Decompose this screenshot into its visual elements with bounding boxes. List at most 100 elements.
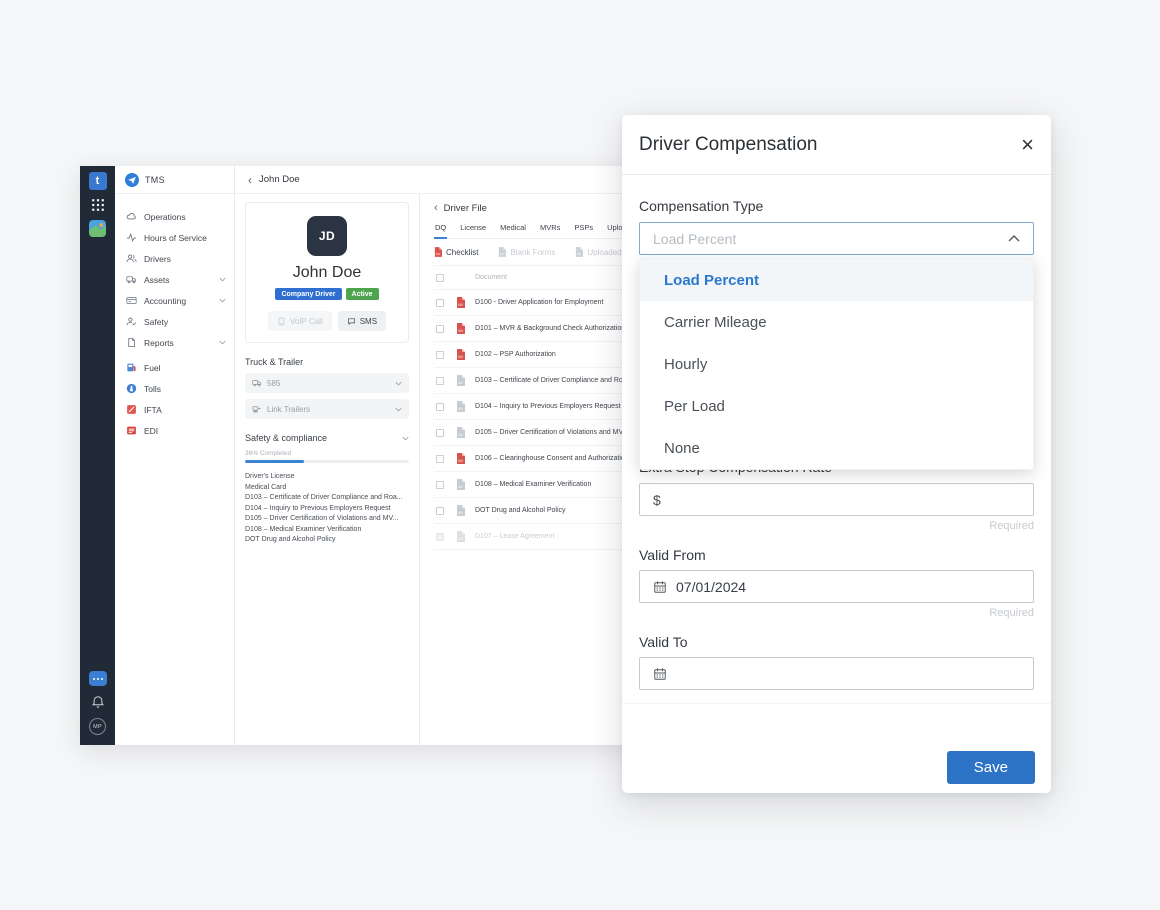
dropdown-option[interactable]: Hourly <box>640 343 1033 385</box>
sidebar-item-icon <box>126 295 137 306</box>
row-checkbox[interactable] <box>436 481 444 489</box>
sidebar-item[interactable]: Safety <box>115 311 234 332</box>
compliance-item: D108 – Medical Examiner Verification <box>245 525 409 536</box>
currency-prefix: $ <box>653 492 661 508</box>
sidebar-item-label: Tolls <box>144 384 212 394</box>
button-icon <box>347 317 356 326</box>
pdf-file-icon <box>456 323 465 334</box>
sidebar-item-label: Drivers <box>144 254 212 264</box>
sidebar-item[interactable]: Hours of Service <box>115 227 234 248</box>
sidebar-item-icon <box>126 316 137 327</box>
chat-icon[interactable] <box>89 671 107 686</box>
row-checkbox[interactable] <box>436 455 444 463</box>
document-name: DOT Drug and Alcohol Policy <box>475 507 566 514</box>
user-avatar[interactable]: MP <box>89 718 106 735</box>
sidebar-brand: TMS <box>115 166 234 194</box>
maps-app-icon[interactable] <box>89 220 106 237</box>
sidebar-item[interactable]: Reports <box>115 332 234 353</box>
tab[interactable]: MVRs <box>539 223 561 239</box>
sidebar-item[interactable]: Drivers <box>115 248 234 269</box>
compensation-type-select[interactable]: Load Percent <box>639 222 1034 255</box>
valid-from-value: 07/01/2024 <box>676 579 746 595</box>
sidebar-item[interactable]: EDI <box>115 420 234 441</box>
link-trailers-select[interactable]: Link Trailers <box>245 399 409 419</box>
row-checkbox[interactable] <box>436 299 444 307</box>
document-name: D106 – Clearinghouse Consent and Authori… <box>475 455 629 462</box>
row-checkbox[interactable] <box>436 403 444 411</box>
pdf-file-icon <box>456 349 465 360</box>
rail-bottom: MP <box>89 671 107 735</box>
sidebar-item-icon <box>126 383 137 394</box>
dropdown-option[interactable]: Carrier Mileage <box>640 301 1033 343</box>
row-checkbox[interactable] <box>436 429 444 437</box>
button-label: SMS <box>360 317 377 326</box>
compliance-progress-track <box>245 460 409 463</box>
chevron-down-icon <box>219 340 226 345</box>
save-button[interactable]: Save <box>947 751 1035 784</box>
tab[interactable]: PSPs <box>573 223 594 239</box>
pdf-file-icon <box>456 297 465 308</box>
dropdown-option[interactable]: Per Load <box>640 385 1033 427</box>
row-checkbox[interactable] <box>436 507 444 515</box>
valid-to-input[interactable] <box>639 657 1034 690</box>
apps-grid-icon[interactable] <box>91 198 105 212</box>
back-chevron-icon[interactable]: ‹ <box>248 174 252 186</box>
row-checkbox[interactable] <box>436 351 444 359</box>
sidebar-item-icon <box>126 362 137 373</box>
compensation-type-select-wrap: Load Percent Load Percent Carrier Mileag… <box>639 222 1034 255</box>
calendar-icon <box>653 667 667 681</box>
pdf-file-icon <box>456 479 465 490</box>
truck-icon <box>252 378 262 388</box>
modal-header: Driver Compensation × <box>622 115 1051 175</box>
sidebar-item[interactable]: Accounting <box>115 290 234 311</box>
compensation-type-label: Compensation Type <box>639 198 763 214</box>
truck-value: 585 <box>267 379 390 388</box>
row-checkbox[interactable] <box>436 533 444 541</box>
sidebar-item[interactable]: Tolls <box>115 378 234 399</box>
sidebar-item[interactable]: IFTA <box>115 399 234 420</box>
file-action-label: Blank Forms <box>510 248 555 257</box>
brand-name: TMS <box>145 175 165 185</box>
truck-trailer-title: Truck & Trailer <box>245 357 409 367</box>
document-name: D107 – Lease Agreement <box>475 533 554 540</box>
valid-from-input[interactable]: 07/01/2024 <box>639 570 1034 603</box>
sidebar-item[interactable]: Fuel <box>115 357 234 378</box>
chevron-down-icon[interactable] <box>402 436 409 441</box>
compliance-progress-fill <box>245 460 304 463</box>
modal-body: Compensation Type Load Percent Load Perc… <box>622 175 1051 690</box>
close-icon[interactable]: × <box>1021 134 1034 156</box>
document-name: D101 – MVR & Background Check Authorizat… <box>475 325 625 332</box>
file-action-button[interactable]: Blank Forms <box>498 247 555 257</box>
dropdown-option[interactable]: None <box>640 427 1033 469</box>
document-name: D108 – Medical Examiner Verification <box>475 481 591 488</box>
button-icon <box>277 317 286 326</box>
extra-stop-rate-input[interactable]: $ <box>639 483 1034 516</box>
trailer-placeholder: Link Trailers <box>267 405 390 414</box>
document-name: D105 – Driver Certification of Violation… <box>475 429 639 436</box>
driver-profile-panel: JD John Doe Company Driver Active <box>235 194 420 745</box>
pdf-file-icon <box>456 453 465 464</box>
file-action-button[interactable]: Checklist <box>434 247 478 257</box>
pdf-file-icon <box>456 505 465 516</box>
card-button[interactable]: VoIP Call <box>268 311 332 331</box>
notifications-bell-icon[interactable] <box>91 695 105 709</box>
dropdown-option[interactable]: Load Percent <box>640 259 1033 301</box>
document-column-header: Document <box>475 274 507 281</box>
truck-select[interactable]: 585 <box>245 373 409 393</box>
row-checkbox[interactable] <box>436 377 444 385</box>
row-checkbox[interactable] <box>436 325 444 333</box>
chevron-down-icon <box>395 381 402 386</box>
tab[interactable]: License <box>459 223 487 239</box>
tab[interactable]: Medical <box>499 223 527 239</box>
card-button[interactable]: SMS <box>338 311 386 331</box>
tab[interactable]: DQ <box>434 223 447 239</box>
select-all-checkbox[interactable] <box>436 274 444 282</box>
sidebar-item[interactable]: Assets <box>115 269 234 290</box>
document-name: D103 – Certificate of Driver Compliance … <box>475 377 640 384</box>
tms-app-tile[interactable]: t <box>89 172 107 190</box>
modal-title: Driver Compensation <box>639 134 817 156</box>
sidebar-item[interactable]: Operations <box>115 206 234 227</box>
pdf-icon <box>575 247 583 257</box>
back-chevron-icon[interactable]: ‹ <box>434 203 438 214</box>
app-rail: t MP <box>80 166 115 745</box>
